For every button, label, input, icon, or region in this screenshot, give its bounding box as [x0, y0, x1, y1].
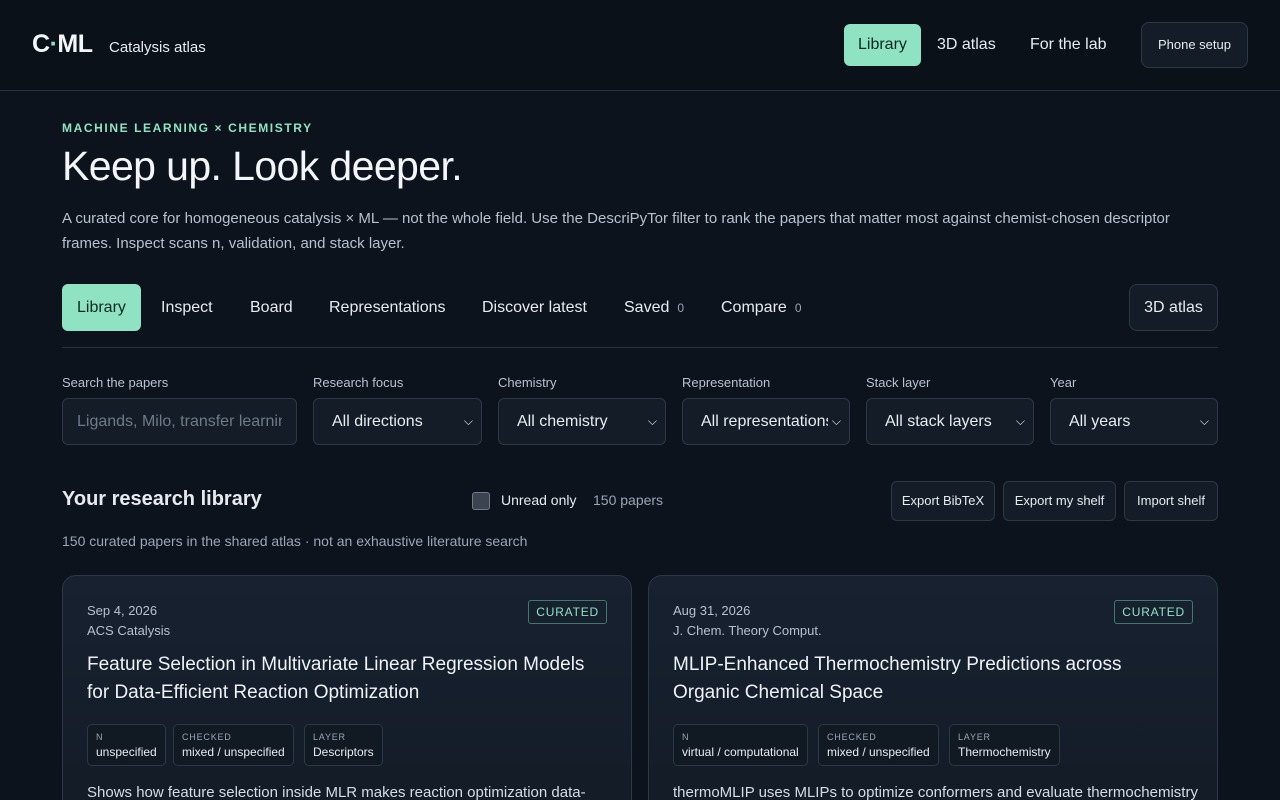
- search-input[interactable]: [62, 398, 297, 445]
- chip-value: mixed / unspecified: [182, 745, 285, 759]
- saved-count-badge: 0: [677, 301, 685, 315]
- chip-n: N virtual / computational: [673, 724, 808, 766]
- library-note: 150 curated papers in the shared atlas ·…: [62, 533, 528, 549]
- chip-value: virtual / computational: [682, 745, 799, 759]
- card-venue: ACS Catalysis: [87, 623, 171, 638]
- curated-badge: CURATED: [1114, 600, 1193, 624]
- card-title[interactable]: Feature Selection in Multivariate Linear…: [87, 651, 607, 707]
- chip-n: N unspecified: [87, 724, 166, 766]
- research-focus-select[interactable]: All directions ⌵: [313, 398, 482, 445]
- chevron-down-icon: ⌵: [1199, 414, 1209, 428]
- chip-value: Thermochemistry: [958, 745, 1051, 759]
- chemistry-label: Chemistry: [498, 375, 557, 390]
- tab-saved-label: Saved: [624, 299, 670, 316]
- stack-layer-select[interactable]: All stack layers ⌵: [866, 398, 1034, 445]
- year-label: Year: [1050, 375, 1077, 390]
- nav-library[interactable]: Library: [844, 24, 921, 66]
- year-value: All years: [1069, 413, 1131, 430]
- card-venue: J. Chem. Theory Comput.: [673, 623, 822, 638]
- chip-key: LAYER: [313, 732, 346, 742]
- tab-representations[interactable]: Representations: [314, 284, 461, 331]
- research-focus-value: All directions: [332, 413, 423, 430]
- nav-for-the-lab[interactable]: For the lab: [1016, 24, 1120, 66]
- chevron-down-icon: ⌵: [463, 414, 473, 428]
- import-shelf-button[interactable]: Import shelf: [1124, 481, 1218, 521]
- stack-layer-value: All stack layers: [885, 413, 992, 430]
- curated-badge: CURATED: [528, 600, 607, 624]
- compare-count-badge: 0: [794, 301, 802, 315]
- chevron-down-icon: ⌵: [1015, 414, 1025, 428]
- chip-checked: CHECKED mixed / unspecified: [818, 724, 939, 766]
- unread-only-checkbox[interactable]: [472, 492, 490, 510]
- chip-value: Descriptors: [313, 745, 374, 759]
- card-date: Aug 31, 2026: [673, 603, 751, 618]
- research-focus-label: Research focus: [313, 375, 404, 390]
- year-select[interactable]: All years ⌵: [1050, 398, 1218, 445]
- card-description: thermoMLIP uses MLIPs to optimize confor…: [673, 784, 1198, 800]
- phone-setup-button[interactable]: Phone setup: [1141, 22, 1248, 68]
- page-description: A curated core for homogeneous catalysis…: [62, 210, 1170, 252]
- eyebrow: MACHINE LEARNING × CHEMISTRY: [62, 121, 313, 135]
- stack-layer-label: Stack layer: [866, 375, 931, 390]
- representation-label: Representation: [682, 375, 771, 390]
- paper-card[interactable]: Sep 4, 2026 ACS Catalysis CURATED Featur…: [62, 575, 632, 800]
- nav-3d-atlas[interactable]: 3D atlas: [923, 24, 1010, 66]
- chip-key: N: [682, 732, 690, 742]
- library-title: Your research library: [62, 488, 262, 510]
- chip-value: unspecified: [96, 745, 157, 759]
- tab-board[interactable]: Board: [235, 284, 308, 331]
- chip-key: CHECKED: [182, 732, 232, 742]
- page-title: Keep up. Look deeper.: [62, 143, 463, 189]
- chip-layer: LAYER Descriptors: [304, 724, 383, 766]
- representation-select[interactable]: All representations ⌵: [682, 398, 850, 445]
- divider: [62, 347, 1218, 348]
- logo-right: ML: [57, 30, 93, 58]
- chevron-down-icon: ⌵: [827, 399, 841, 444]
- chip-key: CHECKED: [827, 732, 877, 742]
- tab-inspect[interactable]: Inspect: [146, 284, 228, 331]
- tab-discover-latest[interactable]: Discover latest: [467, 284, 602, 331]
- logo-left: C: [32, 30, 50, 58]
- logo[interactable]: C·ML: [32, 30, 93, 59]
- card-title[interactable]: MLIP-Enhanced Thermochemistry Prediction…: [673, 651, 1193, 707]
- paper-card[interactable]: Aug 31, 2026 J. Chem. Theory Comput. CUR…: [648, 575, 1218, 800]
- chip-checked: CHECKED mixed / unspecified: [173, 724, 294, 766]
- 3d-atlas-button[interactable]: 3D atlas: [1129, 284, 1218, 331]
- app-title: Catalysis atlas: [109, 39, 206, 56]
- export-bibtex-button[interactable]: Export BibTeX: [891, 481, 995, 521]
- chip-key: LAYER: [958, 732, 991, 742]
- tab-compare[interactable]: Compare 0: [706, 284, 817, 331]
- tab-saved[interactable]: Saved 0: [609, 284, 699, 331]
- top-bar: C·ML Catalysis atlas Library 3D atlas Fo…: [0, 0, 1280, 91]
- export-shelf-button[interactable]: Export my shelf: [1003, 481, 1116, 521]
- paper-count: 150 papers: [593, 492, 664, 508]
- chip-value: mixed / unspecified: [827, 745, 930, 759]
- card-date: Sep 4, 2026: [87, 603, 158, 618]
- chemistry-value: All chemistry: [517, 413, 608, 430]
- chip-key: N: [96, 732, 104, 742]
- search-label: Search the papers: [62, 375, 169, 390]
- chemistry-select[interactable]: All chemistry ⌵: [498, 398, 666, 445]
- unread-only-label[interactable]: Unread only: [501, 492, 577, 508]
- chip-layer: LAYER Thermochemistry: [949, 724, 1060, 766]
- tab-compare-label: Compare: [721, 299, 787, 316]
- card-description: Shows how feature selection inside MLR m…: [87, 784, 586, 800]
- chevron-down-icon: ⌵: [647, 414, 657, 428]
- tab-library[interactable]: Library: [62, 284, 141, 331]
- representation-value: All representations: [701, 413, 834, 430]
